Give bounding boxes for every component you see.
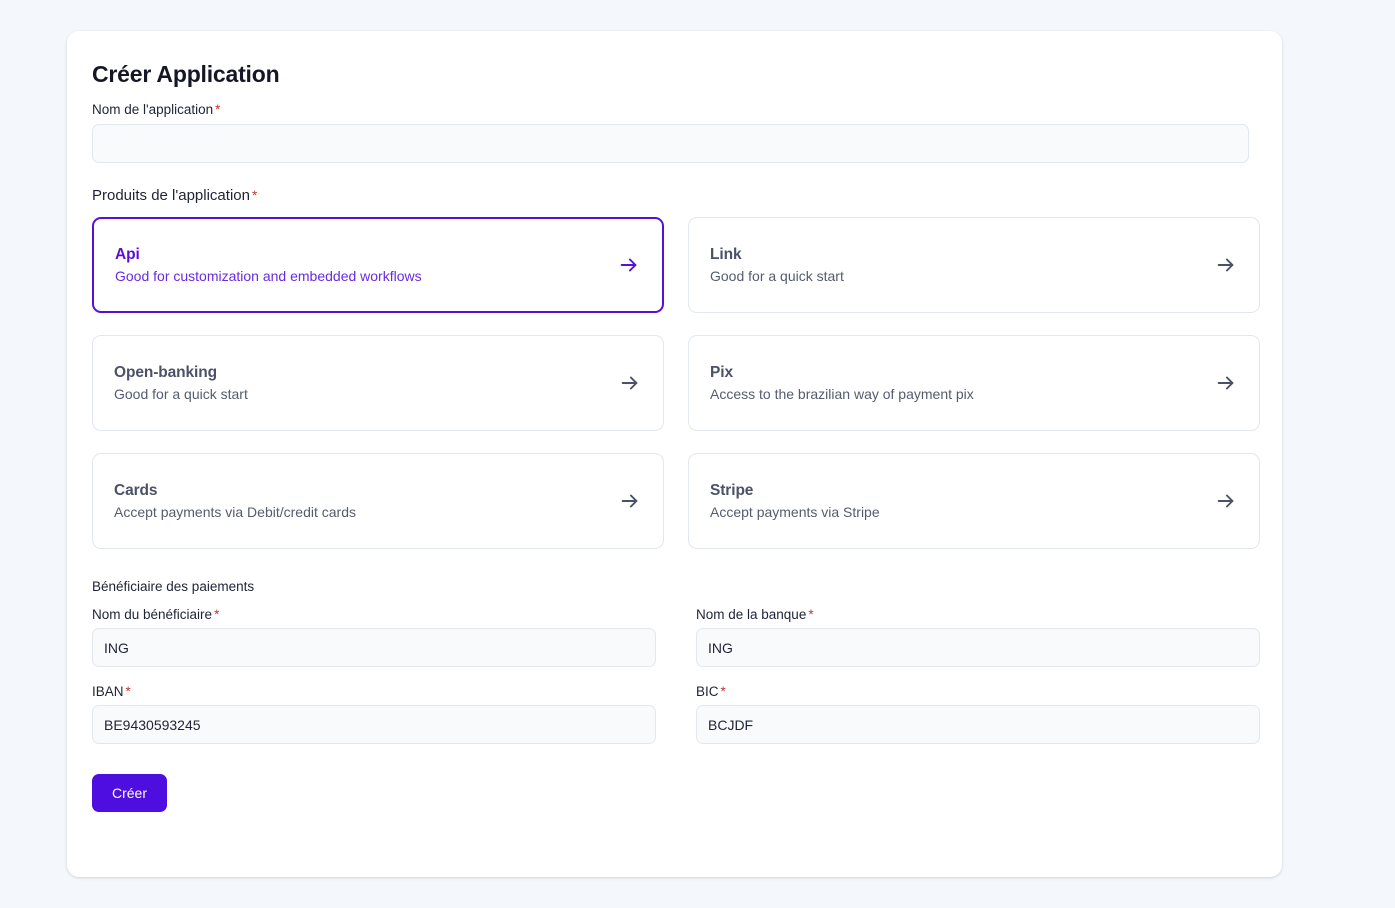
iban-label-text: IBAN	[92, 684, 124, 699]
create-application-panel: Créer Application Nom de l'application * …	[67, 31, 1282, 877]
app-name-input[interactable]	[92, 124, 1249, 163]
product-card-description: Good for a quick start	[114, 386, 248, 402]
product-card-api[interactable]: Api Good for customization and embedded …	[92, 217, 664, 313]
product-card-description: Accept payments via Stripe	[710, 504, 880, 520]
bank-name-label-text: Nom de la banque	[696, 607, 807, 622]
required-asterisk: *	[214, 607, 220, 622]
beneficiary-name-label-text: Nom du bénéficiaire	[92, 607, 213, 622]
product-card-link[interactable]: Link Good for a quick start	[688, 217, 1260, 313]
beneficiary-name-input[interactable]	[92, 628, 656, 667]
iban-label: IBAN *	[92, 684, 656, 699]
bank-name-field-group: Nom de la banque *	[696, 607, 1260, 667]
products-section-label-text: Produits de l'application	[92, 187, 250, 204]
product-card-cards[interactable]: Cards Accept payments via Debit/credit c…	[92, 453, 664, 549]
product-card-text: Link Good for a quick start	[710, 246, 844, 284]
beneficiary-name-field-group: Nom du bénéficiaire *	[92, 607, 656, 667]
page-title: Créer Application	[92, 61, 280, 87]
product-card-title: Link	[710, 246, 742, 263]
iban-input[interactable]	[92, 705, 656, 744]
beneficiary-section-title: Bénéficiaire des paiements	[92, 579, 255, 594]
products-grid: Api Good for customization and embedded …	[92, 217, 1260, 549]
iban-field-group: IBAN *	[92, 684, 656, 744]
arrow-right-icon	[1215, 254, 1237, 276]
product-card-text: Stripe Accept payments via Stripe	[710, 482, 880, 520]
product-card-text: Api Good for customization and embedded …	[115, 246, 422, 284]
product-card-title: Cards	[114, 482, 158, 499]
arrow-right-icon	[619, 490, 641, 512]
product-card-text: Pix Access to the brazilian way of payme…	[710, 364, 974, 402]
bic-field-group: BIC *	[696, 684, 1260, 744]
product-card-title: Open-banking	[114, 364, 217, 381]
bank-name-input[interactable]	[696, 628, 1260, 667]
required-asterisk: *	[125, 684, 131, 699]
beneficiary-form-grid: Nom du bénéficiaire* Nom de la banque* I…	[92, 607, 1260, 744]
bank-name-label: Nom de la banque *	[696, 607, 1260, 622]
product-card-title: Api	[115, 246, 140, 263]
product-card-pix[interactable]: Pix Access to the brazilian way of payme…	[688, 335, 1260, 431]
required-asterisk: *	[215, 102, 221, 117]
app-name-field-group: Nom de l'application *	[92, 102, 1249, 163]
product-card-description: Access to the brazilian way of payment p…	[710, 386, 974, 402]
product-card-stripe[interactable]: Stripe Accept payments via Stripe	[688, 453, 1260, 549]
product-card-open-banking[interactable]: Open-banking Good for a quick start	[92, 335, 664, 431]
beneficiary-name-label: Nom du bénéficiaire *	[92, 607, 656, 622]
create-button[interactable]: Créer	[92, 774, 168, 812]
app-name-label-text: Nom de l'application	[92, 102, 214, 117]
product-card-description: Accept payments via Debit/credit cards	[114, 504, 356, 520]
bic-input[interactable]	[696, 705, 1260, 744]
app-name-label: Nom de l'application *	[92, 102, 1249, 117]
bic-label-text: BIC	[696, 684, 719, 699]
arrow-right-icon	[619, 372, 641, 394]
product-card-text: Open-banking Good for a quick start	[114, 364, 248, 402]
product-card-description: Good for customization and embedded work…	[115, 268, 422, 284]
arrow-right-icon	[1215, 490, 1237, 512]
required-asterisk: *	[808, 607, 814, 622]
product-card-description: Good for a quick start	[710, 268, 844, 284]
product-card-title: Stripe	[710, 482, 754, 499]
product-card-text: Cards Accept payments via Debit/credit c…	[114, 482, 356, 520]
arrow-right-icon	[618, 254, 640, 276]
required-asterisk: *	[720, 684, 726, 699]
page-root: Créer Application Nom de l'application * …	[0, 0, 1395, 908]
required-asterisk: *	[251, 188, 258, 203]
arrow-right-icon	[1215, 372, 1237, 394]
bic-label: BIC *	[696, 684, 1260, 699]
products-section-label: Produits de l'application *	[92, 187, 1249, 204]
product-card-title: Pix	[710, 364, 733, 381]
